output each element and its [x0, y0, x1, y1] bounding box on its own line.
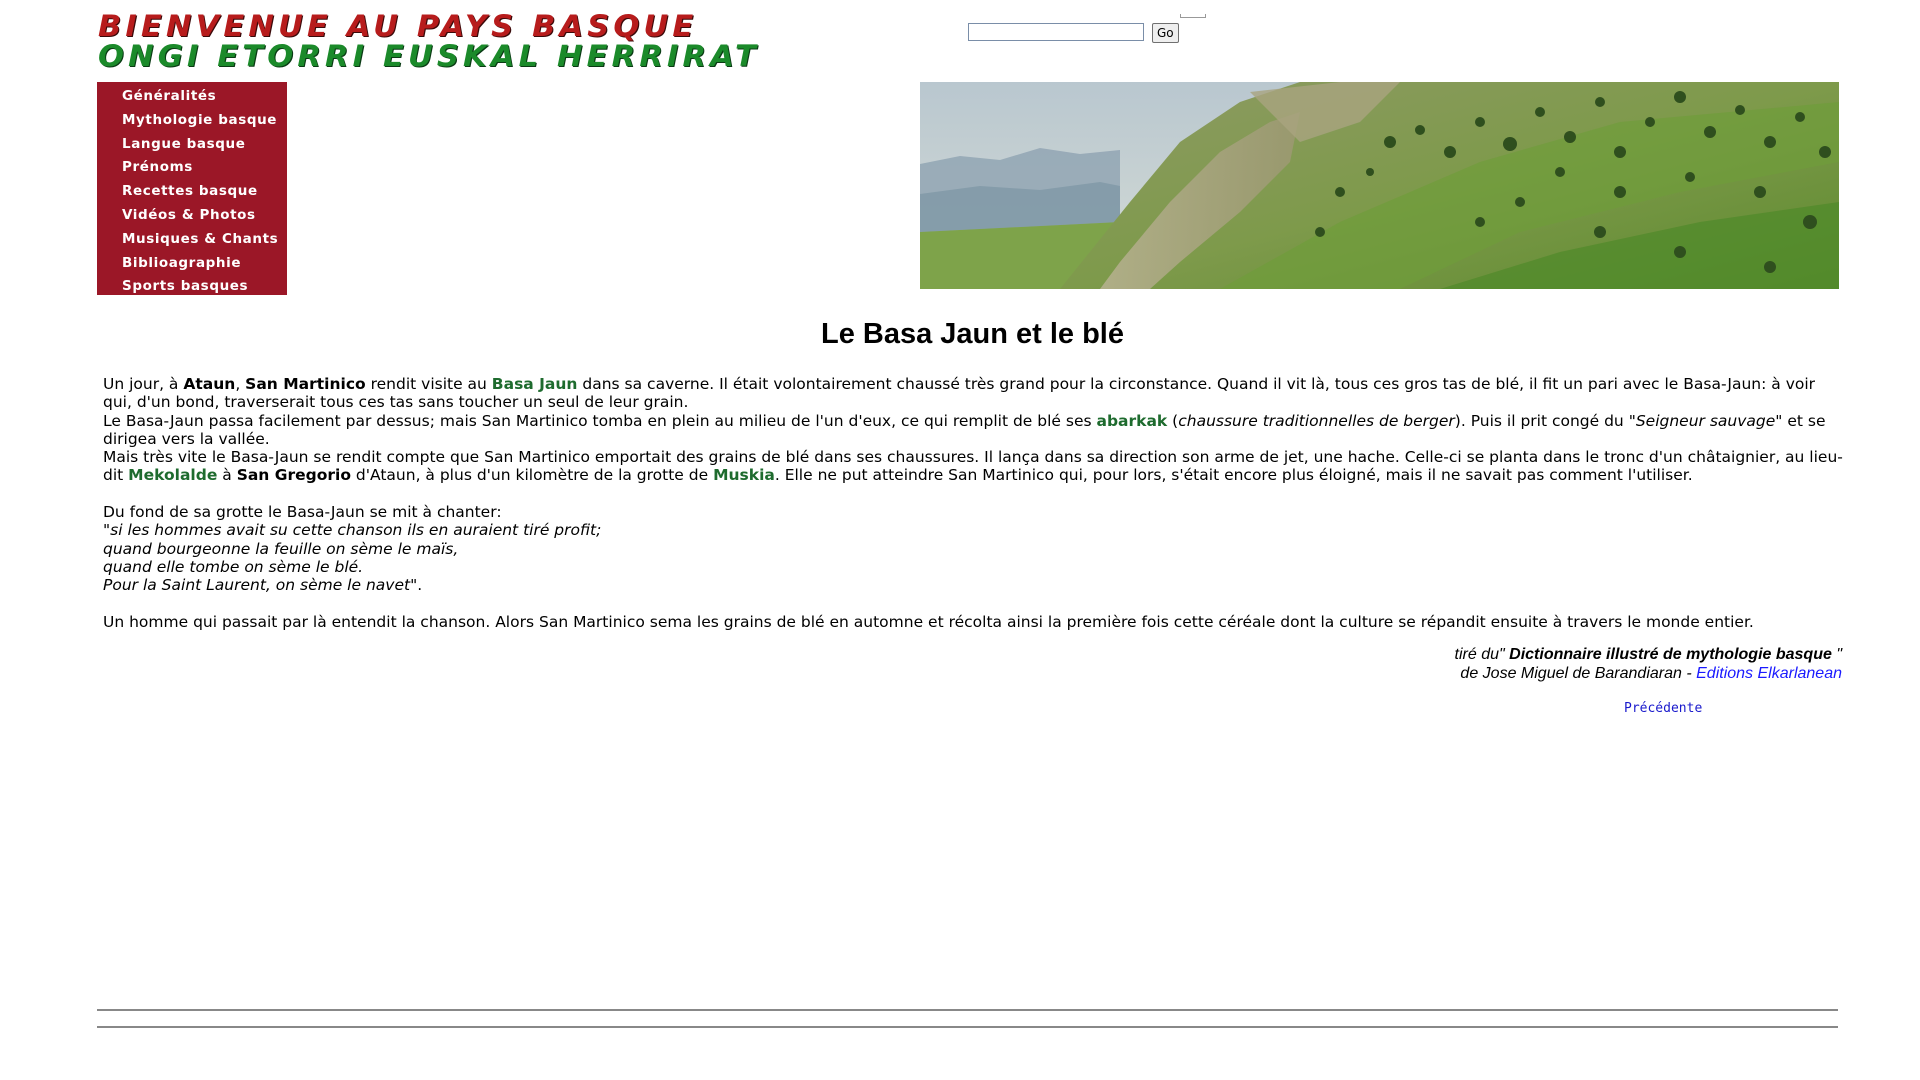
search-form-handle [1180, 14, 1206, 18]
text-run: tiré du" [1454, 646, 1510, 663]
song-line-text: Pour la Saint Laurent, on sème le navet [103, 576, 411, 595]
term-abarkak: abarkak [1096, 411, 1168, 430]
page-title: Le Basa Jaun et le blé [820, 318, 1124, 350]
text-run: . Elle ne put atteindre San Martinico qu… [774, 466, 1693, 485]
song-line: quand bourgeonne la feuille on sème le m… [103, 540, 1843, 558]
article-body: Un jour, à Ataun, San Martinico rendit v… [103, 375, 1843, 631]
text-run: à [217, 466, 237, 485]
menu-item-videos-photos[interactable]: Vidéos & Photos [97, 204, 287, 228]
text-run: ). Puis il prit congé du " [1454, 411, 1636, 430]
article-conclusion: Un homme qui passait par là entendit la … [103, 612, 1754, 631]
logo-title-basque: ONGI ETORRI EUSKAL HERRIRAT [98, 39, 760, 73]
song-line-text: si les hommes avait su cette chanson ils… [110, 521, 602, 540]
menu-item-langue[interactable]: Langue basque [97, 133, 287, 157]
banner-landscape-image [920, 82, 1839, 289]
text-run: , [235, 375, 246, 393]
quote-mark: ". [410, 576, 423, 595]
source-credit: tiré du" Dictionnaire illustré de mythol… [1455, 645, 1842, 683]
menu-item-prenoms[interactable]: Prénoms [97, 156, 287, 180]
term-mekolalde: Mekolalde [128, 466, 218, 485]
menu-item-mythologie[interactable]: Mythologie basque [97, 109, 287, 133]
song-line-text: quand elle tombe on sème le blé. [103, 557, 364, 576]
book-title: Dictionnaire illustré de mythologie basq… [1509, 646, 1832, 663]
search-input[interactable] [968, 23, 1144, 41]
credit-line-book: tiré du" Dictionnaire illustré de mythol… [1455, 645, 1842, 664]
song-line-text: quand bourgeonne la feuille on sème le m… [103, 539, 459, 558]
text-run: Le Basa-Jaun passa facilement par dessus… [103, 411, 1097, 430]
credit-line-author: de Jose Miguel de Barandiaran - Editions… [1455, 664, 1842, 683]
menu-item-generalites[interactable]: Généralités [97, 85, 287, 109]
article-paragraph: Mais très vite le Basa-Jaun se rendit co… [103, 448, 1843, 485]
term-basa-jaun: Basa Jaun [491, 375, 578, 393]
article-paragraph: Un jour, à Ataun, San Martinico rendit v… [103, 375, 1843, 412]
site-logo[interactable]: BIENVENUE AU PAYS BASQUE ONGI ETORRI EUS… [98, 9, 756, 72]
menu-item-recettes[interactable]: Recettes basque [97, 180, 287, 204]
article-paragraph: Le Basa-Jaun passa facilement par dessus… [103, 412, 1843, 449]
text-run: d'Ataun, à plus d'un kilomètre de la gro… [350, 466, 714, 485]
publisher-link[interactable]: Editions Elkarlanean [1696, 665, 1842, 682]
place-ataun: Ataun [183, 375, 236, 393]
footer-divider-top [97, 1009, 1838, 1011]
song-line: "si les hommes avait su cette chanson il… [103, 521, 1843, 539]
text-run: ( [1167, 411, 1179, 430]
seigneur-sauvage: Seigneur sauvage [1635, 411, 1776, 430]
footer-divider-bottom [97, 1026, 1838, 1028]
main-menu: Généralités Mythologie basque Langue bas… [97, 82, 287, 295]
logo-title-french: BIENVENUE AU PAYS BASQUE [98, 9, 698, 43]
menu-item-sports[interactable]: Sports basques [97, 275, 287, 299]
song-line: quand elle tombe on sème le blé. [103, 558, 1843, 576]
previous-page-link[interactable]: Précédente [1624, 701, 1702, 716]
menu-item-musiques-chants[interactable]: Musiques & Chants [97, 228, 287, 252]
abarkak-definition: chaussure traditionnelles de berger [1178, 411, 1455, 430]
song-line: Pour la Saint Laurent, on sème le navet"… [103, 576, 1843, 594]
place-san-gregorio: San Gregorio [236, 466, 351, 485]
name-san-martinico: San Martinico [245, 375, 366, 393]
menu-item-bibliographie[interactable]: Biblioagraphie [97, 252, 287, 276]
text-run: " [1831, 646, 1842, 663]
author-name: de Jose Miguel de Barandiaran - [1460, 665, 1697, 682]
text-run: Un jour, à [103, 375, 184, 393]
term-muskia: Muskia [713, 466, 775, 485]
text-run: rendit visite au [365, 375, 492, 393]
song-intro: Du fond de sa grotte le Basa-Jaun se mit… [103, 503, 502, 522]
search-go-button[interactable]: Go [1152, 23, 1179, 43]
